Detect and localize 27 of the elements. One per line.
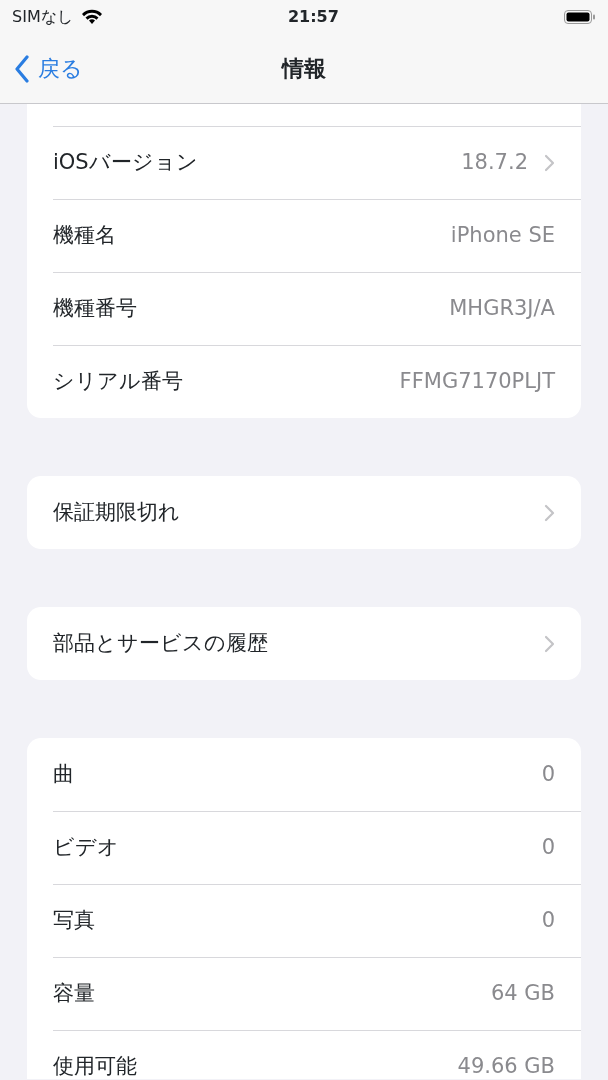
row-label: 容量: [53, 980, 96, 1008]
row-value: FFMG7170PLJT: [399, 368, 555, 396]
clock-time: 21:57: [286, 6, 340, 28]
row-value: 18.7.2: [461, 149, 528, 177]
row-label: シリアル番号: [53, 368, 184, 396]
row-value: MHGR3J/A: [449, 295, 555, 323]
row-label: 使用可能: [53, 1053, 138, 1079]
back-button[interactable]: 戻る: [14, 52, 83, 85]
battery-icon: [564, 9, 596, 25]
wifi-icon: [80, 9, 103, 25]
row-label[interactable]: 保証期限切れ: [53, 496, 528, 529]
row-value: 0: [541, 834, 555, 862]
row-value: 0: [541, 760, 555, 788]
chevron-left-icon: [14, 54, 30, 83]
row-value: 49.66 GB: [457, 1053, 555, 1079]
row-value: 64 GB: [490, 980, 555, 1008]
row-value: 0: [541, 907, 555, 935]
row-label: 写真: [53, 907, 96, 935]
row-label: 機種名: [53, 222, 117, 250]
row-label: ビデオ: [53, 834, 120, 862]
carrier-label: SIMなし: [12, 6, 73, 28]
row-label: 曲: [53, 760, 75, 788]
row-value: iPhone SE: [450, 222, 555, 250]
page-title: 情報: [282, 55, 326, 83]
row-label: 機種番号: [53, 295, 138, 323]
row-label[interactable]: 部品とサービスの履歴: [53, 627, 528, 660]
row-label[interactable]: iOSバージョン: [53, 147, 462, 179]
